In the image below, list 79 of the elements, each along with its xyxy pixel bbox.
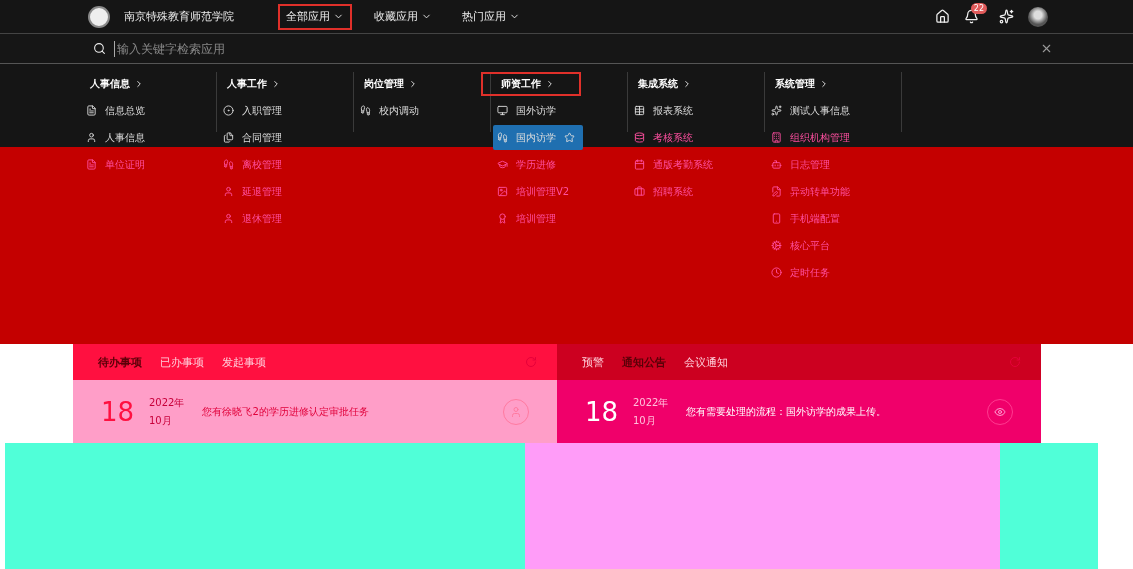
menu-item[interactable]: 考核系统 [630, 125, 701, 150]
date-month: 10月 [149, 413, 173, 428]
briefcase-icon [634, 186, 645, 197]
building-icon [771, 132, 782, 143]
chevron-right-icon [134, 79, 144, 89]
date-month: 10月 [633, 413, 657, 428]
menu-category[interactable]: 集成系统 [618, 72, 718, 96]
phone-icon [771, 213, 782, 224]
panel-tab[interactable]: 会议通知 [684, 354, 728, 370]
robot-icon [771, 159, 782, 170]
menu-item[interactable]: 人事信息 [82, 125, 153, 150]
search-icon [93, 42, 106, 55]
nav-tab[interactable]: 收藏应用 [366, 3, 440, 30]
sparkles-icon [771, 105, 782, 116]
menu-item[interactable]: 测试人事信息 [767, 98, 858, 123]
menu-item[interactable]: 信息总览 [82, 98, 153, 123]
search-field[interactable]: 输入关键字检索应用 [0, 34, 1133, 64]
panel-tab[interactable]: 待办事项 [98, 354, 142, 370]
menu-item[interactable]: 组织机构管理 [767, 125, 858, 150]
close-icon[interactable] [1040, 42, 1053, 55]
image-icon [497, 186, 508, 197]
user-icon [510, 405, 522, 418]
document-icon [86, 105, 97, 116]
nav-tab[interactable]: 全部应用 [278, 3, 352, 30]
clock-icon [771, 267, 782, 278]
date-year: 2022年 [633, 395, 669, 410]
chevron-right-icon [819, 79, 829, 89]
school-name: 南京特殊教育师范学院 [124, 9, 234, 24]
chevron-right-icon [408, 79, 418, 89]
menu-item[interactable]: 合同管理 [219, 125, 290, 150]
menu-item[interactable]: 报表系统 [630, 98, 701, 123]
document-icon [86, 159, 97, 170]
menu-item[interactable]: 国外访学 [493, 98, 564, 123]
circle-icon [223, 105, 234, 116]
menu-category[interactable]: 师资工作 [481, 72, 581, 96]
person-icon [86, 132, 97, 143]
panel-tab[interactable]: 预警 [582, 354, 604, 370]
sparkles-icon[interactable] [999, 9, 1014, 24]
menu-category[interactable]: 人事工作 [207, 72, 307, 96]
database-icon [634, 132, 645, 143]
chevron-right-icon [682, 79, 692, 89]
date-day: 18 [585, 396, 615, 427]
menu-category[interactable]: 岗位管理 [344, 72, 444, 96]
notification-badge: 22 [970, 3, 987, 14]
footprints-icon [223, 159, 234, 170]
monitor-icon [497, 105, 508, 116]
calendar-icon [634, 159, 645, 170]
task-text[interactable]: 您有需要处理的流程：国外访学的成果上传。 [686, 404, 969, 419]
person-icon [223, 213, 234, 224]
search-input[interactable]: 输入关键字检索应用 [114, 40, 1032, 57]
menu-category[interactable]: 人事信息 [70, 72, 170, 96]
footprints-icon [497, 132, 508, 143]
menu-item[interactable]: 校内调动 [356, 98, 427, 123]
table-icon [634, 105, 645, 116]
chevron-right-icon [271, 79, 281, 89]
date-day: 18 [101, 396, 131, 427]
graduation-cap-icon [497, 159, 508, 170]
date-year: 2022年 [149, 395, 185, 410]
panel-tab[interactable]: 通知公告 [622, 354, 666, 370]
chevron-right-icon [545, 79, 555, 89]
panel-tab[interactable]: 发起事项 [222, 354, 266, 370]
school-logo [88, 5, 110, 28]
footprints-icon [360, 105, 371, 116]
panel-tab[interactable]: 已办事项 [160, 354, 204, 370]
home-icon[interactable] [934, 9, 950, 24]
files-icon [223, 132, 234, 143]
avatar[interactable] [1028, 6, 1048, 27]
document-edit-icon [771, 186, 782, 197]
star-icon[interactable] [564, 132, 575, 143]
person-icon [223, 186, 234, 197]
bell-icon[interactable] [963, 9, 979, 24]
award-icon [497, 213, 508, 224]
menu-item[interactable]: 入职管理 [219, 98, 290, 123]
task-text[interactable]: 您有徐晓飞2的学历进修认定审批任务 [202, 404, 485, 419]
gear-icon [771, 240, 782, 251]
menu-category[interactable]: 系统管理 [755, 72, 855, 96]
menu-item[interactable]: 国内访学 [493, 125, 583, 150]
nav-tab[interactable]: 热门应用 [454, 3, 528, 30]
eye-icon [994, 405, 1006, 418]
